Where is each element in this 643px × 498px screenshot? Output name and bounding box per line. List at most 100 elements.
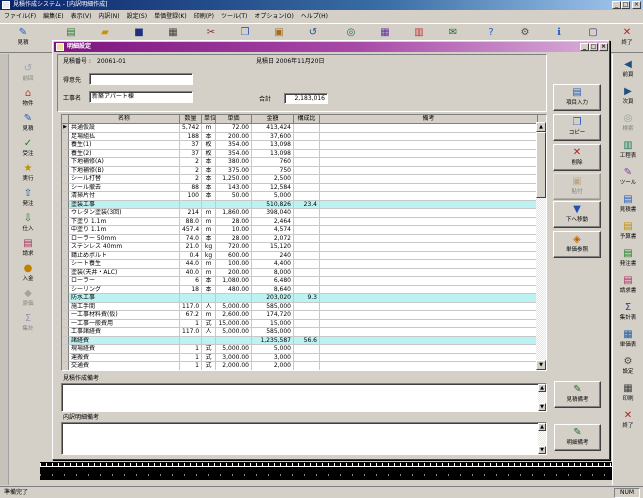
table-cell-note[interactable] (320, 336, 538, 345)
table-row[interactable]: シート養生 44.0 m 100.00 4,400 (62, 260, 538, 269)
table-row[interactable]: 養生(2) 37 枚 354.00 13,098 (62, 149, 538, 158)
table-cell-unit[interactable]: 本 (202, 277, 216, 286)
scroll-up-icon[interactable]: ▲ (538, 423, 546, 431)
left-sidebar-item-invoice[interactable]: ▤ 請求 (10, 237, 46, 260)
table-body[interactable]: ▶ 共通仮設 5,742 m 72.00 413,424 足場組払 188 本 200.00 37,… (62, 124, 538, 370)
table-cell-price[interactable]: 354.00 (216, 141, 252, 150)
table-cell-ratio[interactable] (294, 268, 320, 277)
table-cell-ratio[interactable] (294, 192, 320, 201)
table-cell-note[interactable] (320, 234, 538, 243)
table-cell-unit[interactable]: 本 (202, 158, 216, 167)
table-cell-qty[interactable]: 1 (180, 345, 202, 354)
table-cell-qty[interactable]: 1 (180, 362, 202, 370)
table-cell-unit[interactable]: m (202, 226, 216, 235)
table-cell-note[interactable] (320, 132, 538, 141)
detail-note-scrollbar[interactable]: ▲ ▼ (538, 423, 546, 454)
table-cell-unit[interactable]: m (202, 260, 216, 269)
table-cell-price[interactable]: 143.00 (216, 183, 252, 192)
table-cell-note[interactable] (320, 328, 538, 337)
table-cell-name[interactable]: 諸経費 (69, 336, 180, 345)
menu-item-unit-price[interactable]: 単価登録(K) (154, 13, 187, 20)
table-cell-note[interactable] (320, 192, 538, 201)
copy-button[interactable]: ❐ コピー (553, 114, 601, 141)
table-cell-price[interactable]: 72.00 (216, 124, 252, 133)
move-down-button[interactable]: ▼ 下へ移動 (553, 201, 601, 228)
table-row[interactable]: 中塗り 1.1m 457.4 m 10.00 4,574 (62, 226, 538, 235)
table-cell-amount[interactable]: 4,574 (252, 226, 294, 235)
left-sidebar-item-cost[interactable]: ◆ 原価 (10, 287, 46, 310)
minimize-icon[interactable]: _ (612, 1, 621, 9)
table-cell-note[interactable] (320, 294, 538, 303)
table-cell-ratio[interactable] (294, 166, 320, 175)
table-row[interactable]: 清掃片付 100 本 50.00 5,000 (62, 192, 538, 201)
table-cell-name[interactable]: シール撤去 (69, 183, 180, 192)
menu-item-tools[interactable]: ツール(T) (221, 13, 247, 20)
table-cell-name[interactable]: 養生(1) (69, 141, 180, 150)
table-cell-amount[interactable]: 585,000 (252, 302, 294, 311)
dialog-maximize-icon[interactable]: □ (589, 43, 598, 51)
detail-table[interactable]: 名称 数量 単位 単価 金額 構成比 備考 ▶ 共通仮設 5,742 m 72.00 413,424 足… (61, 114, 547, 371)
scroll-down-icon[interactable]: ▼ (536, 360, 546, 370)
right-sidebar-item-print[interactable]: ▦ 印刷 (613, 382, 643, 405)
table-cell-qty[interactable]: 6 (180, 277, 202, 286)
estimate-note-scrollbar[interactable]: ▲ ▼ (538, 384, 546, 411)
table-cell-name[interactable]: 工事諸経費 (69, 328, 180, 337)
insert-row-button[interactable]: ▤ 項目入力 (553, 84, 601, 111)
table-cell-unit[interactable]: 枚 (202, 141, 216, 150)
table-cell-amount[interactable]: 203,020 (252, 294, 294, 303)
right-sidebar-item-invoice-doc[interactable]: ▤ 請求書 (613, 274, 643, 297)
table-cell-unit[interactable]: 本 (202, 183, 216, 192)
table-cell-note[interactable] (320, 251, 538, 260)
table-cell-price[interactable]: 375.00 (216, 166, 252, 175)
price-lookup-button[interactable]: ◈ 単価参照 (553, 231, 601, 258)
table-cell-name[interactable]: シール打替 (69, 175, 180, 184)
table-cell-unit[interactable]: m (202, 217, 216, 226)
table-cell-ratio[interactable] (294, 183, 320, 192)
table-cell-price[interactable]: 2,600.00 (216, 311, 252, 320)
table-cell-amount[interactable]: 174,720 (252, 311, 294, 320)
table-cell-ratio[interactable] (294, 260, 320, 269)
table-row[interactable]: 下地補修(A) 2 本 380.00 760 (62, 158, 538, 167)
table-cell-name[interactable]: 下地補修(B) (69, 166, 180, 175)
table-row[interactable]: シーリング 18 本 480.00 8,640 (62, 285, 538, 294)
table-cell-qty[interactable]: 5,742 (180, 124, 202, 133)
table-cell-qty[interactable]: 457.4 (180, 226, 202, 235)
table-cell-amount[interactable]: 8,000 (252, 268, 294, 277)
table-cell-price[interactable]: 380.00 (216, 158, 252, 167)
table-cell-qty[interactable]: 88.0 (180, 217, 202, 226)
table-cell-unit[interactable]: 人 (202, 302, 216, 311)
table-cell-name[interactable]: ウレタン塗装(3回) (69, 209, 180, 218)
table-row[interactable]: 工事諸経費 117.0 人 5,000.00 585,000 (62, 328, 538, 337)
table-row[interactable]: 現場経費 1 式 5,000.00 5,000 (62, 345, 538, 354)
table-cell-note[interactable] (320, 158, 538, 167)
table-cell-qty[interactable]: 44.0 (180, 260, 202, 269)
table-cell-name[interactable]: 足場組払 (69, 132, 180, 141)
table-cell-price[interactable]: 10.00 (216, 226, 252, 235)
table-cell-name[interactable]: シーリング (69, 285, 180, 294)
estimate-note-textarea[interactable]: ▲ ▼ (61, 383, 547, 412)
table-cell-unit[interactable] (202, 200, 216, 209)
table-cell-note[interactable] (320, 345, 538, 354)
table-cell-ratio[interactable] (294, 234, 320, 243)
left-sidebar-item-summary[interactable]: Σ 集計 (10, 312, 46, 335)
table-row[interactable]: 運搬費 1 式 3,000.00 3,000 (62, 353, 538, 362)
table-cell-qty[interactable]: 74.0 (180, 234, 202, 243)
right-sidebar-item-prev-page[interactable]: ◀ 前頁 (613, 58, 643, 81)
table-cell-price[interactable] (216, 336, 252, 345)
left-sidebar-item-history[interactable]: ↺ 前回 (10, 62, 46, 85)
table-cell-ratio[interactable] (294, 124, 320, 133)
table-row[interactable]: 養生(1) 37 枚 354.00 13,098 (62, 141, 538, 150)
table-cell-note[interactable] (320, 175, 538, 184)
right-sidebar-item-order-doc[interactable]: ▤ 発注書 (613, 247, 643, 270)
table-cell-amount[interactable]: 37,600 (252, 132, 294, 141)
table-cell-name[interactable]: 共通仮設 (69, 124, 180, 133)
right-sidebar-item-price-table[interactable]: ▦ 単価表 (613, 328, 643, 351)
table-cell-price[interactable]: 15,000.00 (216, 319, 252, 328)
table-cell-price[interactable]: 5,000.00 (216, 345, 252, 354)
table-cell-note[interactable] (320, 209, 538, 218)
table-cell-unit[interactable]: 式 (202, 353, 216, 362)
table-cell-amount[interactable]: 3,000 (252, 353, 294, 362)
table-cell-qty[interactable]: 188 (180, 132, 202, 141)
right-sidebar-item-estimate-doc[interactable]: ▤ 見積書 (613, 193, 643, 216)
table-group-row[interactable]: 塗装工事 510,826 23.4 (62, 200, 538, 209)
